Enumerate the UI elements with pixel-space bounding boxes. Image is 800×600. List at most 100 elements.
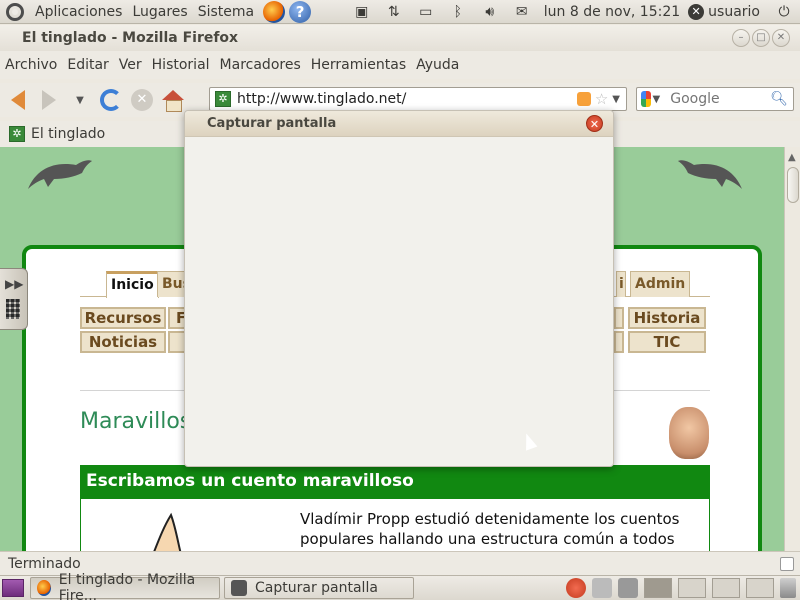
search-engine-dropdown-icon[interactable]: ▼ [653, 94, 661, 105]
network-icon[interactable]: ⇅ [383, 2, 405, 22]
site-tab-admin[interactable]: Admin [630, 271, 691, 297]
category-historia[interactable]: Historia [628, 307, 706, 329]
category-recursos[interactable]: Recursos [80, 307, 166, 329]
menu-archivo[interactable]: Archivo [0, 57, 62, 73]
scroll-up-icon[interactable]: ▲ [788, 152, 796, 163]
close-window-button[interactable]: ✕ [772, 29, 790, 47]
url-bar[interactable]: ✲ http://www.tinglado.net/ ☆ ▼ [209, 87, 627, 111]
reload-icon [100, 89, 122, 111]
workspace-3[interactable] [712, 578, 740, 598]
forward-arrow-icon [42, 90, 56, 110]
speaker-icon[interactable] [618, 578, 638, 598]
window-controls: – □ ✕ [732, 29, 790, 47]
section-heading: Maravillos [80, 409, 192, 434]
article-text: Vladímir Propp estudió detenidamente los… [300, 510, 680, 548]
task-firefox[interactable]: El tinglado - Mozilla Fire... [30, 572, 220, 600]
search-icon[interactable]: 🔍︎ [770, 91, 788, 107]
menu-lugares[interactable]: Lugares [127, 4, 192, 20]
dialog-close-button[interactable]: ✕ [586, 115, 603, 132]
history-dropdown-button[interactable]: ▼ [67, 87, 93, 113]
firefox-icon [37, 580, 51, 596]
update-notifier-icon[interactable]: ▣ [351, 2, 373, 22]
tab-favicon-icon: ✲ [9, 126, 25, 142]
category-tic[interactable]: TIC [628, 331, 706, 353]
back-button[interactable] [5, 87, 31, 113]
category-partial-4[interactable] [614, 331, 624, 353]
user-name: usuario [708, 3, 760, 20]
menu-editar[interactable]: Editar [62, 57, 113, 73]
site-tab-partial[interactable]: i [616, 271, 626, 297]
scroll-thumb[interactable] [787, 167, 799, 203]
power-menu-icon[interactable]: ⏻ [773, 2, 795, 22]
workspace-1[interactable] [644, 578, 672, 598]
home-icon [162, 90, 184, 112]
status-text: Terminado [8, 555, 81, 572]
site-tab-inicio[interactable]: Inicio [106, 271, 159, 298]
category-partial-3[interactable] [614, 307, 624, 329]
google-engine-icon[interactable] [641, 91, 651, 107]
shutdown-icon[interactable] [566, 578, 586, 598]
url-history-dropdown-icon[interactable]: ▼ [612, 94, 620, 105]
site-favicon-icon: ✲ [215, 91, 231, 107]
home-button[interactable] [160, 87, 186, 113]
show-desktop-button[interactable] [2, 579, 24, 597]
clock[interactable]: lun 8 de nov, 15:21 [544, 4, 680, 20]
bluetooth-icon[interactable]: ᛒ [447, 2, 469, 22]
workspace-4[interactable] [746, 578, 774, 598]
screenshot-tool-icon[interactable] [592, 578, 612, 598]
menubar: Archivo Editar Ver Historial Marcadores … [0, 51, 800, 79]
workspace-2[interactable] [678, 578, 706, 598]
camera-icon [231, 580, 247, 596]
back-arrow-icon [11, 90, 25, 110]
maximize-button[interactable]: □ [752, 29, 770, 47]
dolphin-left-icon [28, 160, 92, 189]
chevron-down-icon: ▼ [76, 94, 84, 106]
mail-icon[interactable]: ✉ [511, 2, 533, 22]
tab-el-tinglado[interactable]: ✲ El tinglado [3, 126, 105, 142]
user-menu[interactable]: ✕ usuario [688, 3, 760, 20]
menu-ayuda[interactable]: Ayuda [411, 57, 464, 73]
ubuntu-logo-icon[interactable] [6, 2, 24, 21]
article-body: Vladímir Propp estudió detenidamente los… [80, 499, 710, 551]
side-panel-handle[interactable]: ▶▶ [0, 268, 28, 330]
forward-button[interactable] [36, 87, 62, 113]
menu-herramientas[interactable]: Herramientas [306, 57, 411, 73]
url-text[interactable]: http://www.tinglado.net/ [237, 91, 406, 107]
dialog-titlebar[interactable]: Capturar pantalla ✕ [185, 111, 613, 137]
menu-sistema[interactable]: Sistema [193, 4, 259, 20]
task-firefox-label: El tinglado - Mozilla Fire... [58, 572, 196, 600]
bottom-panel: El tinglado - Mozilla Fire... Capturar p… [0, 572, 800, 600]
rss-feed-icon[interactable] [576, 92, 591, 106]
bookmark-star-icon[interactable]: ☆ [595, 90, 608, 108]
menu-ver[interactable]: Ver [114, 57, 147, 73]
search-input[interactable] [670, 91, 771, 107]
menu-marcadores[interactable]: Marcadores [215, 57, 306, 73]
reload-button[interactable] [98, 87, 124, 113]
stop-button[interactable]: ✕ [129, 87, 155, 113]
menu-aplicaciones[interactable]: Aplicaciones [30, 4, 127, 20]
search-box[interactable]: ▼ 🔍︎ [636, 87, 794, 111]
minimize-button[interactable]: – [732, 29, 750, 47]
dialog-title: Capturar pantalla [207, 116, 337, 131]
category-noticias[interactable]: Noticias [80, 331, 166, 353]
trash-icon[interactable] [780, 578, 796, 598]
bottom-tray [566, 578, 796, 598]
status-page-icon[interactable] [780, 556, 794, 571]
capture-dialog: Capturar pantalla ✕ [184, 110, 614, 467]
window-title: El tinglado - Mozilla Firefox [22, 30, 239, 46]
firefox-titlebar[interactable]: El tinglado - Mozilla Firefox – □ ✕ [0, 25, 800, 51]
task-capture[interactable]: Capturar pantalla [224, 577, 414, 599]
tab-title: El tinglado [31, 126, 106, 142]
article-illustration [153, 512, 182, 551]
system-tray: ▣ ⇅ ▭ ᛒ 🔊︎ ✉ lun 8 de nov, 15:21 ✕ usuar… [346, 0, 800, 24]
firefox-launcher-icon[interactable] [263, 0, 286, 23]
volume-icon[interactable]: 🔊︎ [479, 2, 501, 22]
expand-arrows-icon: ▶▶ [5, 277, 24, 291]
help-launcher-icon[interactable]: ? [289, 0, 312, 23]
article-title[interactable]: Escribamos un cuento maravilloso [80, 465, 710, 499]
page-scrollbar[interactable]: ▲ [784, 147, 800, 551]
menu-historial[interactable]: Historial [147, 57, 215, 73]
stop-icon: ✕ [131, 89, 153, 111]
user-status-icon: ✕ [688, 3, 705, 20]
battery-icon[interactable]: ▭ [415, 2, 437, 22]
